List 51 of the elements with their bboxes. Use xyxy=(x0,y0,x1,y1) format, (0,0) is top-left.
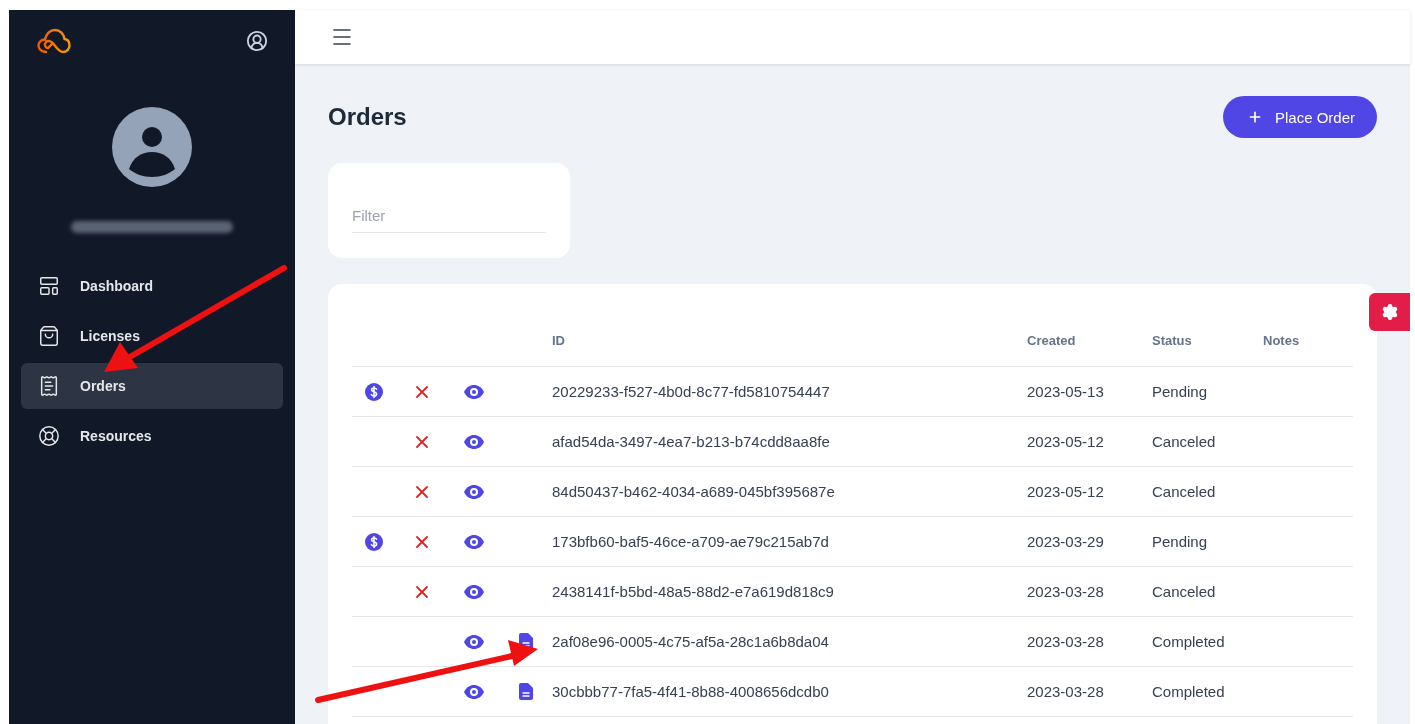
eye-icon[interactable] xyxy=(464,634,484,649)
eye-icon[interactable] xyxy=(464,584,484,599)
eye-icon[interactable] xyxy=(464,684,484,699)
created-date: 2023-03-29 xyxy=(1027,533,1104,550)
column-header: Notes xyxy=(1263,332,1300,348)
created-date: 2023-03-28 xyxy=(1027,583,1104,600)
order-status: Completed xyxy=(1152,683,1225,700)
dashboard-icon xyxy=(38,275,60,297)
order-status: Canceled xyxy=(1152,583,1216,600)
sidebar-item[interactable]: Licenses xyxy=(21,313,283,359)
order-id: afad54da-3497-4ea7-b213-b74cdd8aa8fe xyxy=(552,433,830,450)
eye-icon[interactable] xyxy=(464,384,484,399)
order-status: Completed xyxy=(1152,633,1225,650)
order-status: Pending xyxy=(1152,383,1208,400)
sidebar-item[interactable]: Orders xyxy=(21,363,283,409)
eye-icon[interactable] xyxy=(464,484,484,499)
shopping-bag-icon xyxy=(38,325,60,347)
user-account-icon[interactable] xyxy=(246,30,268,52)
order-id: 20229233-f527-4b0d-8c77-fd5810754447 xyxy=(552,383,830,400)
sidebar-item[interactable]: Dashboard xyxy=(21,263,283,309)
created-date: 2023-05-13 xyxy=(1027,383,1104,400)
page-title: Orders xyxy=(328,103,407,131)
created-date: 2023-05-12 xyxy=(1027,483,1104,500)
column-header: Created xyxy=(1027,332,1076,348)
order-status: Canceled xyxy=(1152,483,1216,500)
order-id: 2438141f-b5bd-48a5-88d2-e7a619d818c9 xyxy=(552,583,834,600)
filter-input[interactable]: Filter xyxy=(352,199,546,232)
document-icon[interactable] xyxy=(519,683,533,700)
settings-tab[interactable] xyxy=(1369,293,1410,331)
column-header: Status xyxy=(1152,332,1192,348)
created-date: 2023-05-12 xyxy=(1027,433,1104,450)
order-id: 173bfb60-baf5-46ce-a709-ae79c215ab7d xyxy=(552,533,829,550)
column-header: ID xyxy=(552,332,565,348)
place-order-button[interactable]: Place Order xyxy=(1222,96,1377,138)
settings-icon xyxy=(1380,303,1399,321)
dollar-coin-icon[interactable] xyxy=(365,532,383,551)
cloud-logo-icon[interactable] xyxy=(37,28,71,54)
order-status: Pending xyxy=(1152,533,1208,550)
eye-icon[interactable] xyxy=(464,534,484,549)
eye-icon[interactable] xyxy=(464,434,484,449)
lifebuoy-icon xyxy=(38,425,60,447)
created-date: 2023-03-28 xyxy=(1027,633,1104,650)
filter-field[interactable]: Filter xyxy=(328,163,570,258)
order-id: 30cbbb77-7fa5-4f41-8b88-4008656dcdb0 xyxy=(552,683,829,700)
sidebar-item[interactable]: Resources xyxy=(21,413,283,459)
order-id: 2af08e96-0005-4c75-af5a-28c1a6b8da04 xyxy=(552,633,829,650)
order-id: 84d50437-b462-4034-a689-045bf395687e xyxy=(552,483,835,500)
order-status: Canceled xyxy=(1152,433,1216,450)
dollar-coin-icon[interactable] xyxy=(365,382,383,401)
receipt-icon xyxy=(38,375,60,397)
created-date: 2023-03-28 xyxy=(1027,683,1104,700)
